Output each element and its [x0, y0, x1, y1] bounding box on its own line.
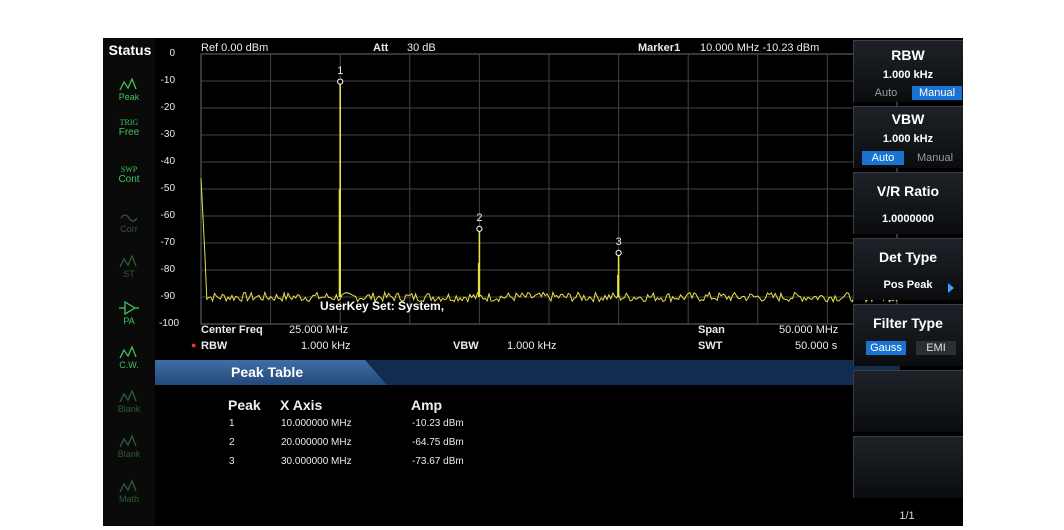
ref-level-readout: Ref 0.00 dBm [201, 42, 269, 54]
marker-2-point [476, 225, 483, 232]
status-item-cw: C.W. [108, 344, 150, 374]
vbw-auto-option[interactable]: Auto [862, 151, 904, 165]
marker-3-point [615, 249, 622, 257]
y-tick-label: -20 [160, 102, 175, 113]
peak-column-header: Peak [228, 397, 261, 413]
swt-label: SWT [698, 340, 723, 352]
swt-value: 50.000 s [795, 340, 838, 352]
trace-clear-write-icon [108, 344, 150, 360]
status-item-blank-1: Blank [108, 388, 150, 418]
y-tick-label: -60 [160, 210, 175, 221]
preamp-icon [108, 300, 150, 316]
filter-gauss-option[interactable]: Gauss [866, 341, 906, 355]
peak-table-title: Peak Table [231, 364, 304, 380]
rbw-auto-option[interactable]: Auto [866, 86, 906, 100]
filter-type-softkey[interactable]: Filter Type Gauss EMI [853, 304, 963, 366]
rbw-softkey[interactable]: RBW 1.000 kHz Auto Manual [853, 40, 963, 102]
y-tick-label: -50 [160, 183, 175, 194]
marker-1-label: 1 [337, 64, 344, 77]
empty-softkey-1[interactable] [853, 370, 963, 432]
user-key-message: UserKey Set: System, [320, 299, 445, 313]
marker-readout: 10.000 MHz -10.23 dBm [700, 42, 820, 54]
y-tick-label: 0 [169, 48, 175, 59]
status-item-sweep: SWP Cont [108, 165, 150, 195]
span-value: 50.000 MHz [779, 324, 839, 336]
vbw-value: 1.000 kHz [507, 340, 557, 352]
empty-softkey-2[interactable] [853, 436, 963, 498]
status-item-pa: PA [108, 300, 150, 330]
rbw-manual-option[interactable]: Manual [912, 86, 962, 100]
spectrum-analyzer-screen: Status Peak TRIG Free SWP Cont Corr ST P… [103, 38, 963, 526]
amp-column-header: Amp [411, 397, 443, 413]
center-freq-value: 25.000 MHz [289, 324, 349, 336]
y-tick-label: -90 [160, 291, 175, 302]
sweep-time-icon [108, 253, 150, 269]
status-bar: Status Peak TRIG Free SWP Cont Corr ST P… [103, 38, 155, 526]
status-item-blank-2: Blank [108, 433, 150, 463]
span-label: Span [698, 324, 725, 336]
status-item-st: ST [108, 253, 150, 283]
marker-label: Marker1 [638, 42, 681, 54]
submenu-arrow-icon [948, 283, 954, 293]
y-tick-label: -30 [160, 129, 175, 140]
marker-3-label: 3 [615, 235, 622, 248]
y-tick-label: -70 [160, 237, 175, 248]
correction-icon [108, 208, 150, 224]
status-title: Status [108, 42, 152, 58]
trace-math-icon [108, 478, 150, 494]
vr-ratio-softkey[interactable]: V/R Ratio 1.0000000 [853, 172, 963, 234]
status-item-trigger: TRIG Free [108, 118, 150, 148]
vbw-label: VBW [453, 340, 479, 352]
trace-blank-icon [108, 388, 150, 404]
y-tick-label: -40 [160, 156, 175, 167]
rbw-uncal-dot: ● [191, 340, 197, 350]
x-axis-column-header: X Axis [280, 397, 323, 413]
peak-detector-icon [108, 76, 150, 92]
y-tick-label: -80 [160, 264, 175, 275]
vbw-softkey[interactable]: VBW 1.000 kHz Auto Manual [853, 106, 963, 168]
rbw-value: 1.000 kHz [301, 340, 351, 352]
softkey-menu: RBW 1.000 kHz Auto Manual VBW 1.000 kHz … [853, 38, 963, 526]
vbw-manual-option[interactable]: Manual [910, 151, 960, 165]
att-value: 30 dB [407, 42, 436, 54]
rbw-label: RBW [201, 340, 228, 352]
center-freq-label: Center Freq [201, 324, 263, 336]
status-item-peak: Peak [108, 76, 150, 106]
att-label: Att [373, 42, 389, 54]
peak-table-panel: Peak Table Peak X Axis Amp 1 10.000000 M… [155, 360, 900, 526]
det-type-softkey[interactable]: Det Type Pos Peak [853, 238, 963, 300]
marker-1-point [337, 78, 344, 85]
page-indicator: 1/1 [899, 510, 915, 522]
spectrum-plot-area[interactable]: Ref 0.00 dBm Att 30 dB Marker1 10.000 MH… [155, 38, 900, 363]
y-tick-label: -100 [158, 318, 179, 329]
filter-emi-option[interactable]: EMI [916, 341, 956, 355]
spectrum-plot[interactable] [155, 38, 900, 363]
status-item-math: Math [108, 478, 150, 508]
peak-table-tabbar: Peak Table [155, 360, 900, 385]
y-tick-label: -10 [160, 75, 175, 86]
marker-2-label: 2 [476, 211, 483, 224]
trace-blank-icon [108, 433, 150, 449]
status-item-corr: Corr [108, 208, 150, 238]
